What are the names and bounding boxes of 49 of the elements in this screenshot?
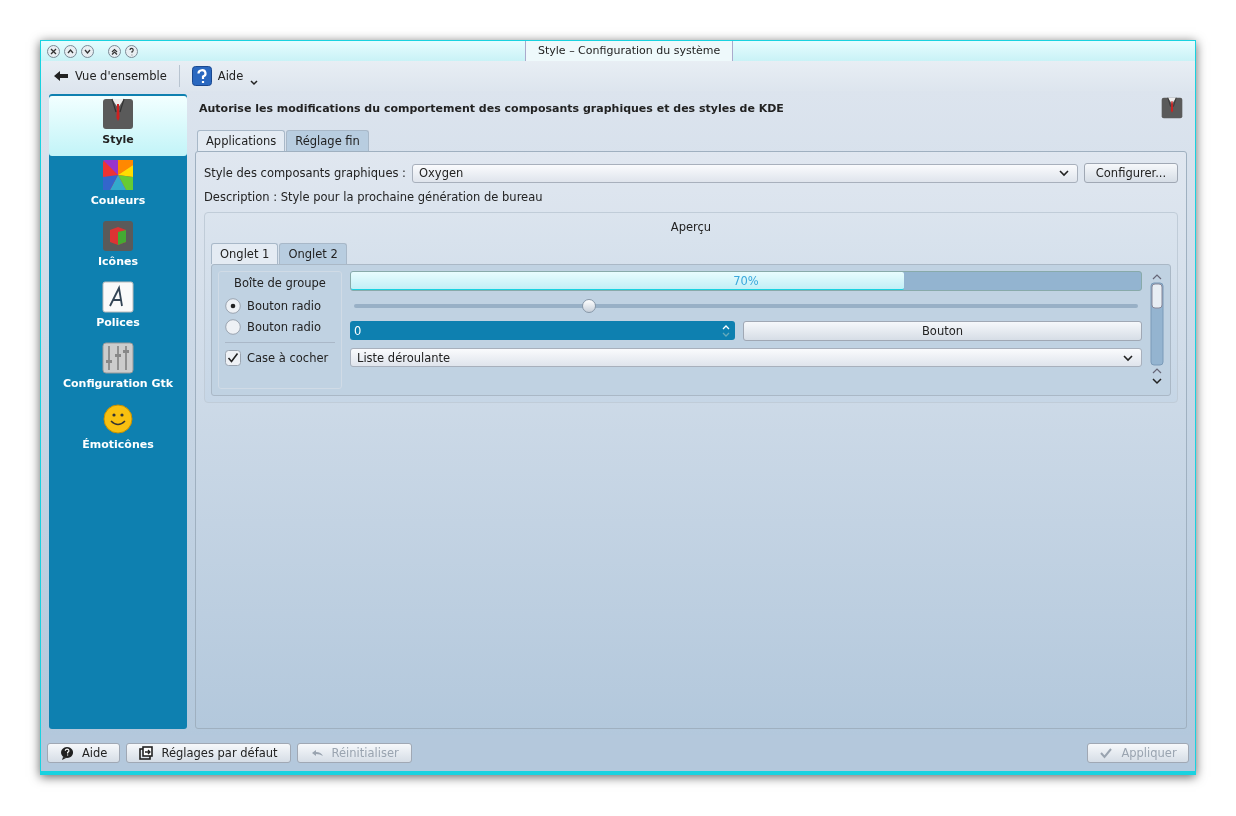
sidebar-item[interactable]: Style (49, 96, 187, 156)
help-bubble-icon (60, 746, 74, 760)
progress-reading: 70% (732, 274, 760, 288)
back-arrow-icon (53, 70, 69, 82)
checkbox[interactable]: Case à cocher (225, 350, 335, 366)
tab[interactable]: Onglet 2 (279, 243, 347, 264)
sidebar-item[interactable]: Icônes (49, 218, 187, 273)
tab[interactable]: Onglet 1 (211, 243, 279, 264)
radio-button[interactable]: Bouton radio (225, 319, 335, 335)
keep-above-icon[interactable] (108, 44, 121, 58)
copy-icon (139, 746, 154, 760)
radio-button[interactable]: Bouton radio (225, 298, 335, 314)
footer-button[interactable]: Aide (47, 743, 121, 763)
sidebar-item[interactable]: Couleurs (49, 157, 187, 212)
back-button[interactable]: Vue d'ensemble (49, 69, 171, 83)
tab[interactable]: Applications (197, 130, 286, 151)
configure-button[interactable]: Configurer... (1084, 163, 1178, 183)
group-box-title: Boîte de groupe (233, 276, 327, 290)
suit-icon (1161, 97, 1183, 119)
preview-title: Aperçu (669, 219, 713, 236)
window-title: Style – Configuration du système (525, 41, 734, 61)
minimize-icon[interactable] (64, 44, 77, 58)
checkmark-icon (1099, 746, 1114, 760)
sidebar-item[interactable]: Configuration Gtk (49, 340, 187, 395)
color-wheel-icon (102, 159, 134, 191)
description-text: Description : Style pour la prochaine génération de bureau (204, 190, 544, 204)
style-combo-box[interactable]: Oxygen (412, 163, 1078, 183)
close-icon[interactable] (47, 44, 60, 58)
push-button[interactable]: Bouton (743, 321, 1142, 341)
sidebar-item[interactable]: Émoticônes (49, 401, 187, 456)
help-icon (191, 66, 212, 86)
slider[interactable] (354, 299, 1138, 313)
help-icon[interactable] (125, 44, 138, 58)
header-text: Autorise les modifications du comportement des composants graphiques et des styles de KDE (199, 101, 784, 115)
spin-arrows-icon (721, 323, 731, 338)
help-menu[interactable]: Aide (187, 66, 264, 86)
maximize-icon[interactable] (81, 44, 94, 58)
letter-icon (102, 281, 134, 313)
field-label: Style des composants graphiques : (204, 166, 406, 180)
smiley-icon (102, 403, 134, 435)
dropdown-caret-icon (249, 78, 260, 86)
spin-box[interactable]: 0 (350, 321, 735, 340)
footer-button[interactable]: Réglages par défaut (126, 743, 291, 763)
sliders-icon (102, 342, 134, 374)
dropdown-list[interactable]: Liste déroulante (350, 348, 1142, 367)
cube-icon (102, 220, 134, 252)
sidebar-item[interactable]: Polices (49, 279, 187, 334)
tab[interactable]: Réglage fin (286, 130, 369, 151)
suit-icon (102, 98, 134, 130)
